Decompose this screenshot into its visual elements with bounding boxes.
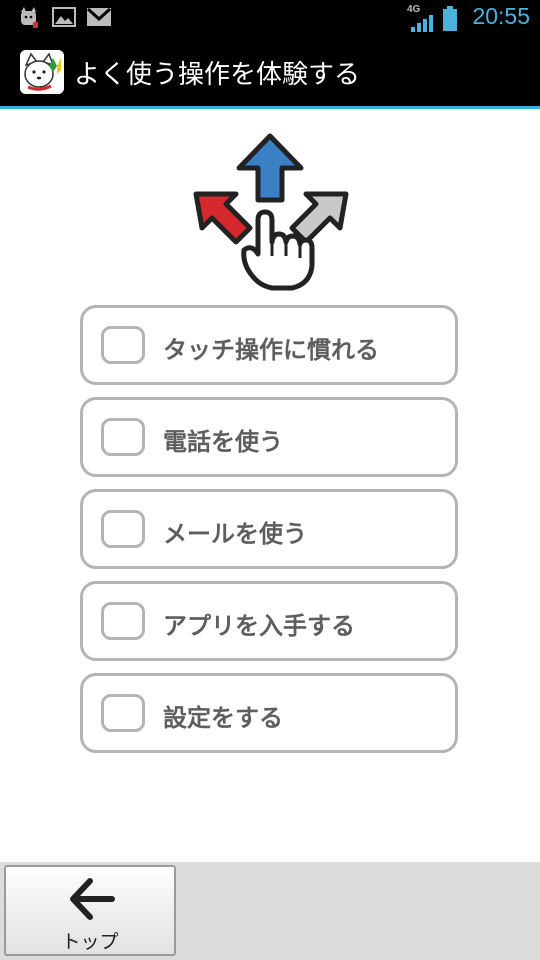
option-settings[interactable]: 設定をする [80, 673, 458, 753]
bottom-bar: トップ [0, 862, 540, 960]
status-bar: 4G 20:55 [0, 0, 540, 38]
checkbox[interactable] [101, 510, 145, 548]
option-label: 電話を使う [163, 428, 283, 456]
signal-icon [410, 14, 434, 36]
clock: 20:55 [472, 3, 530, 29]
option-phone[interactable]: 電話を使う [80, 397, 458, 477]
dog-notification-icon [18, 6, 40, 34]
option-label: タッチ操作に慣れる [163, 336, 379, 364]
action-bar: よく使う操作を体験する [0, 38, 540, 109]
checkbox[interactable] [101, 602, 145, 640]
option-label: アプリを入手する [163, 612, 355, 640]
arrow-left-icon [68, 877, 116, 925]
option-mail[interactable]: メールを使う [80, 489, 458, 569]
checkbox[interactable] [101, 326, 145, 364]
dog-app-icon[interactable] [20, 50, 64, 94]
back-label: トップ [61, 931, 119, 953]
option-label: 設定をする [163, 704, 283, 732]
option-label: メールを使う [163, 520, 307, 548]
image-notification-icon [52, 6, 76, 32]
checkbox[interactable] [101, 694, 145, 732]
back-to-top-button[interactable]: トップ [4, 865, 176, 956]
option-touch-operation[interactable]: タッチ操作に慣れる [80, 305, 458, 385]
option-get-apps[interactable]: アプリを入手する [80, 581, 458, 661]
page-title: よく使う操作を体験する [74, 60, 361, 90]
gmail-icon [86, 6, 112, 32]
battery-icon [442, 6, 458, 36]
checkbox[interactable] [101, 418, 145, 456]
touch-gesture-arrows-icon [180, 128, 360, 300]
